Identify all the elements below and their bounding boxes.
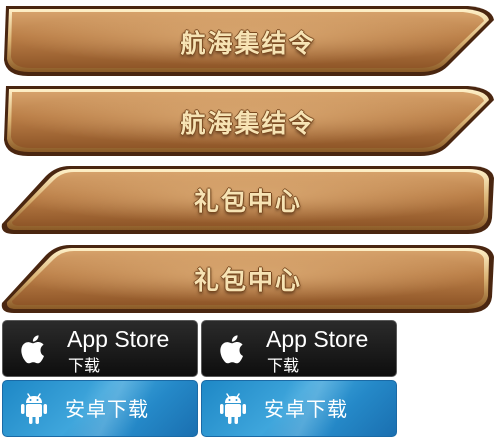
app-store-title: App Store <box>67 326 170 352</box>
apple-icon <box>17 331 51 367</box>
banner-label: 航海集结令 <box>180 109 316 138</box>
app-store-download-button-1[interactable]: App Store 下载 <box>2 320 198 377</box>
android-download-label: 安卓下载 <box>65 397 149 421</box>
banner-gift-center-1[interactable]: 礼包中心 <box>0 162 496 238</box>
android-download-button-1[interactable]: 安卓下载 <box>2 380 198 437</box>
banner-label: 礼包中心 <box>193 187 302 216</box>
banner-gift-center-2[interactable]: 礼包中心 <box>0 241 496 317</box>
android-download-button-2[interactable]: 安卓下载 <box>201 380 397 437</box>
banner-label: 航海集结令 <box>180 29 316 58</box>
banner-voyage-rally-2[interactable]: 航海集结令 <box>0 84 496 160</box>
app-store-title: App Store <box>266 326 369 352</box>
banner-label: 礼包中心 <box>193 266 302 295</box>
android-icon <box>17 391 51 427</box>
android-icon <box>216 391 250 427</box>
download-subtitle: 下载 <box>68 356 101 375</box>
apple-icon <box>216 331 250 367</box>
banner-voyage-rally-1[interactable]: 航海集结令 <box>0 4 496 80</box>
android-download-label: 安卓下载 <box>264 397 348 421</box>
download-subtitle: 下载 <box>267 356 300 375</box>
app-store-download-button-2[interactable]: App Store 下载 <box>201 320 397 377</box>
